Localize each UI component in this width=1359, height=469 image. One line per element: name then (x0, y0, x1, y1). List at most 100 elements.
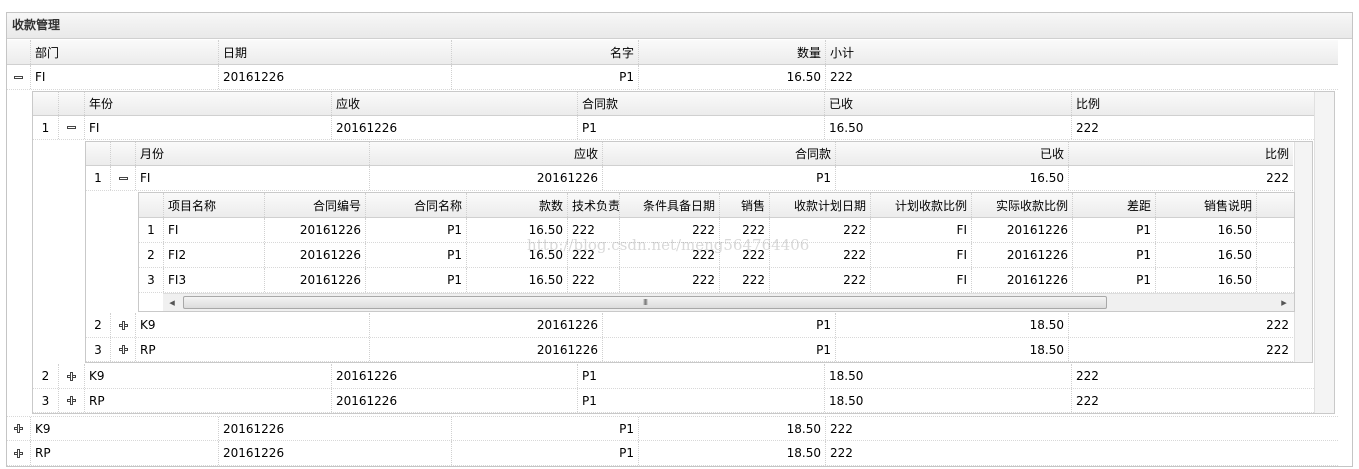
level4-row-filler (1257, 243, 1294, 267)
level3-row[interactable]: 2 K9 20161226 P1 18.50 222 (86, 313, 1293, 338)
expand-icon[interactable] (118, 320, 128, 330)
level4-row-contract-name: P1 (366, 268, 467, 292)
outer-row-toggle[interactable] (7, 65, 31, 89)
level4-row-ready-date: 222 (620, 268, 720, 292)
level4-row-filler (1257, 218, 1294, 242)
outer-row-subtotal: 222 (830, 446, 853, 460)
expand-icon[interactable] (14, 448, 23, 458)
level3-row[interactable]: 1 FI 20161226 P1 16.50 222 (86, 166, 1293, 191)
level4-row-contract-name: P1 (366, 218, 467, 242)
expand-icon[interactable] (14, 424, 23, 433)
level4-header-tech-lead[interactable]: 技术负责 (568, 193, 620, 217)
level4-row-actual-ratio: 20161226 (972, 218, 1073, 242)
outer-row-date: 20161226 (219, 65, 452, 89)
level4-header-sales[interactable]: 销售 (720, 193, 770, 217)
level4-header-actual-ratio[interactable]: 实际收款比例 (972, 193, 1073, 217)
outer-row[interactable]: RP 20161226 P1 18.50 222 (7, 441, 1338, 466)
level2-row-year: FI (85, 116, 332, 139)
level3-row-toggle[interactable] (111, 313, 136, 337)
collapse-icon[interactable] (118, 174, 128, 183)
level2-header: 年份 应收 合同款 已收 比例 (33, 92, 1314, 116)
outer-row-toggle[interactable] (7, 417, 31, 440)
level2-vscroll[interactable] (1314, 92, 1334, 413)
level2-header-receivable[interactable]: 应收 (332, 92, 578, 115)
level4-header-sales-note[interactable]: 销售说明 (1156, 193, 1257, 217)
collapse-icon[interactable] (14, 73, 23, 82)
outer-row[interactable]: K9 20161226 P1 18.50 222 (7, 416, 1338, 441)
header-dept[interactable]: 部门 (31, 40, 219, 64)
level3-header-contract[interactable]: 合同款 (603, 142, 836, 165)
level3-row-month: K9 (136, 313, 370, 337)
header-subtotal[interactable]: 小计 (826, 40, 1338, 64)
panel-title: 收款管理 (7, 13, 1352, 39)
level4-header-num (139, 193, 164, 217)
level3-row-toggle[interactable] (111, 166, 136, 190)
level4-row-sales-note: 16.50 (1156, 218, 1257, 242)
level4-row-num: 2 (139, 243, 164, 267)
level4-row-amount: 16.50 (467, 268, 568, 292)
level4-row-sales-note: 16.50 (1156, 268, 1257, 292)
level3-header: 月份 应收 合同款 已收 比例 (86, 142, 1293, 166)
level2-row-year: K9 (85, 364, 332, 388)
level2-row[interactable]: 3 RP 20161226 P1 18.50 222 (33, 389, 1314, 413)
expand-icon[interactable] (67, 396, 76, 405)
expand-icon[interactable] (67, 371, 76, 381)
level4-hscroll[interactable]: ◂ III ▸ (163, 293, 1294, 311)
level3-row-num: 2 (86, 313, 111, 337)
scroll-right-arrow[interactable]: ▸ (1277, 294, 1291, 311)
level3-header-received[interactable]: 已收 (836, 142, 1069, 165)
level2-row-contract: P1 (578, 364, 825, 388)
level3-vscroll[interactable] (1294, 142, 1312, 362)
level2-row[interactable]: 1 FI 20161226 P1 16.50 222 (33, 116, 1314, 140)
level3-header-receivable[interactable]: 应收 (370, 142, 603, 165)
level2-header-year[interactable]: 年份 (85, 92, 332, 115)
level2-header-contract[interactable]: 合同款 (578, 92, 825, 115)
header-date[interactable]: 日期 (219, 40, 452, 64)
outer-row-subtotal: 222 (830, 421, 853, 436)
level3-row-month: RP (136, 338, 370, 361)
level4-header-ready-date[interactable]: 条件具备日期 (620, 193, 720, 217)
outer-row-toggle[interactable] (7, 441, 31, 465)
level4-row-sales-note: 16.50 (1156, 243, 1257, 267)
scroll-left-arrow[interactable]: ◂ (165, 294, 179, 311)
level2-row[interactable]: 2 K9 20161226 P1 18.50 222 (33, 364, 1314, 389)
level4-header-contract-no[interactable]: 合同编号 (265, 193, 366, 217)
level4-header-plan-date[interactable]: 收款计划日期 (770, 193, 871, 217)
level3-row-received: 18.50 (836, 338, 1069, 361)
level2-row-toggle[interactable] (59, 116, 85, 139)
level2-row-toggle[interactable] (59, 389, 85, 412)
scroll-thumb[interactable]: III (183, 296, 1107, 309)
level4-header-amount[interactable]: 款数 (467, 193, 568, 217)
level3-row-toggle[interactable] (111, 338, 136, 361)
level3-row-receivable: 20161226 (370, 166, 603, 190)
header-qty[interactable]: 数量 (639, 40, 826, 64)
level4-row[interactable]: 3 FI3 20161226 P1 16.50 222 222 222 222 … (139, 268, 1294, 293)
level4-row-num: 1 (139, 218, 164, 242)
level2-row-received: 18.50 (825, 389, 1072, 412)
level4-header-project[interactable]: 项目名称 (164, 193, 265, 217)
level2-header-ratio[interactable]: 比例 (1072, 92, 1314, 115)
level4-header-gap[interactable]: 差距 (1073, 193, 1156, 217)
level3-row-contract: P1 (603, 313, 836, 337)
level3-row[interactable]: 3 RP 20161226 P1 18.50 222 (86, 338, 1293, 362)
level4-row-tech-lead: 222 (568, 268, 620, 292)
collapse-icon[interactable] (67, 123, 76, 132)
level2-row-toggle[interactable] (59, 364, 85, 388)
expand-icon[interactable] (118, 345, 128, 354)
level4-header-contract-name[interactable]: 合同名称 (366, 193, 467, 217)
outer-row[interactable]: FI 20161226 P1 16.50 222 (7, 65, 1338, 90)
level2-row-num: 1 (33, 116, 59, 139)
header-name[interactable]: 名字 (452, 40, 639, 64)
watermark-text: http://blog.csdn.net/meng564764406 (527, 236, 810, 254)
level4-header-plan-ratio[interactable]: 计划收款比例 (871, 193, 972, 217)
outer-row-dept: FI (31, 65, 219, 89)
outer-header: 部门 日期 名字 数量 小计 (7, 40, 1338, 65)
level3-header-ratio[interactable]: 比例 (1069, 142, 1293, 165)
level3-header-month[interactable]: 月份 (136, 142, 370, 165)
level3-row-ratio: 222 (1266, 342, 1289, 357)
outer-row-name: P1 (452, 441, 639, 465)
outer-row-date: 20161226 (219, 441, 452, 465)
level2-header-received[interactable]: 已收 (825, 92, 1072, 115)
level4-row-contract-no: 20161226 (265, 268, 366, 292)
level2-row-year: RP (85, 389, 332, 412)
